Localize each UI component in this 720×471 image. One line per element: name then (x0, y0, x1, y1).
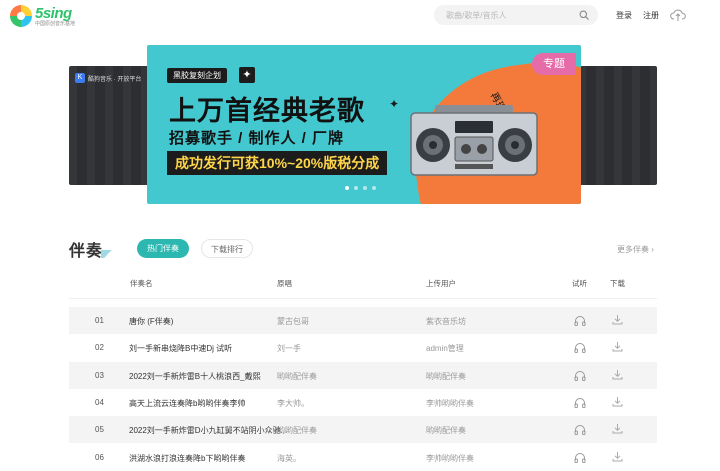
row-song-name[interactable]: 洪湖水浪打浪连奏降b下哟哟伴奏 (129, 453, 245, 464)
banner-topic-tag: 专题 (532, 53, 576, 75)
row-uploader[interactable]: 哟哟配伴奏 (426, 425, 466, 436)
download-icon[interactable] (612, 423, 623, 434)
banner-title: 上万首经典老歌 (169, 96, 365, 126)
row-uploader[interactable]: 紫衣音乐坊 (426, 316, 466, 327)
download-icon[interactable] (612, 451, 623, 462)
row-original-singer[interactable]: 刘一手 (277, 343, 301, 354)
carousel-dot[interactable] (354, 186, 358, 190)
table-row[interactable]: 02 刘一手新串烧降B中速Dj 试听 刘一手 admin管理 (69, 334, 657, 361)
search-icon[interactable] (579, 10, 589, 20)
table-row[interactable]: 03 2022刘一手新炸雷B十人桃浪西_戴熙 哟哟配伴奏 哟哟配伴奏 (69, 361, 657, 389)
row-uploader[interactable]: 哟哟配伴奏 (426, 371, 466, 382)
row-number: 02 (95, 343, 104, 353)
boombox-icon (410, 105, 538, 176)
header-uploader: 上传用户 (426, 279, 456, 288)
row-song-name[interactable]: 唐你 (F伴奏) (129, 316, 173, 327)
cloud-upload-icon[interactable] (670, 8, 686, 22)
table-row[interactable]: 05 2022刘一手新炸雷D小九缸舅不站阴小众驰... 哟哟配伴奏 哟哟配伴奏 (69, 416, 657, 444)
headphones-icon[interactable] (574, 370, 586, 381)
sparkle-icon: ✦ (239, 67, 255, 83)
row-number: 05 (95, 425, 104, 435)
row-number: 01 (95, 316, 104, 325)
row-song-name[interactable]: 2022刘一手新炸雷D小九缸舅不站阴小众驰... (129, 425, 287, 436)
download-icon[interactable] (612, 396, 623, 407)
register-link[interactable]: 注册 (643, 10, 659, 21)
kugou-logo-icon: K (75, 73, 85, 83)
row-original-singer[interactable]: 哟哟配伴奏 (277, 425, 317, 436)
row-number: 03 (95, 370, 104, 380)
next-banner-slide[interactable] (578, 66, 657, 185)
table-header: 伴奏名 原唱 上传用户 试听 下载 (69, 276, 657, 292)
row-song-name[interactable]: 刘一手新串烧降B中速Dj 试听 (129, 343, 232, 354)
headphones-icon[interactable] (574, 315, 586, 326)
download-icon[interactable] (612, 369, 623, 380)
carousel-dot[interactable] (363, 186, 367, 190)
headphones-icon[interactable] (574, 342, 586, 354)
section-title: 伴奏 (69, 243, 104, 260)
row-uploader[interactable]: 李帅哟哟伴奏 (426, 453, 474, 464)
header-original: 原唱 (277, 279, 292, 288)
banner-royalty-bar: 成功发行可获10%~20%版税分成 (167, 151, 388, 175)
logo-mark-icon (10, 5, 32, 27)
logo-word: 5sing (35, 4, 72, 22)
banner-pill: 黑胶复刻企划 (167, 68, 227, 83)
headphones-icon[interactable] (574, 424, 586, 436)
row-original-singer[interactable]: 海英。 (277, 453, 301, 464)
logo-subtitle: 中国原创音乐基地 (35, 20, 76, 27)
tab-hot-accompaniment[interactable]: 热门伴奏 (137, 239, 189, 258)
table-row[interactable]: 06 洪湖水浪打浪连奏降b下哟哟伴奏 海英。 李帅哟哟伴奏 (69, 444, 657, 471)
login-link[interactable]: 登录 (616, 10, 632, 21)
carousel-dot[interactable] (345, 186, 349, 190)
star-icon: ✦ (389, 97, 400, 111)
top-header: 5sing 中国原创音乐基地 登录 注册 (0, 0, 720, 32)
row-uploader[interactable]: admin管理 (426, 343, 464, 354)
tab-download-ranking[interactable]: 下载排行 (201, 239, 253, 258)
download-icon[interactable] (612, 341, 623, 352)
main-banner-slide[interactable]: 专题 黑胶复刻企划 ✦ 上万首经典老歌 招募歌手 / 制作人 / 厂牌 成功发行… (147, 45, 581, 204)
download-icon[interactable] (612, 314, 623, 325)
site-logo[interactable]: 5sing 中国原创音乐基地 (10, 3, 80, 29)
carousel-dots (345, 186, 376, 190)
search-box (434, 5, 598, 25)
row-original-singer[interactable]: 哟哟配伴奏 (277, 371, 317, 382)
row-original-singer[interactable]: 李大帅。 (277, 398, 309, 409)
more-accompaniment-link[interactable]: 更多伴奏 › (617, 244, 654, 255)
banner-carousel: K 酷狗音乐 · 开放平台 专题 黑胶复刻企划 ✦ 上万首经典老歌 招募歌手 /… (0, 40, 720, 208)
header-name: 伴奏名 (130, 279, 153, 288)
headphones-icon[interactable] (574, 397, 586, 408)
table-divider (69, 298, 657, 299)
table-row[interactable]: 01 唐你 (F伴奏) 蒙古包哥 紫衣音乐坊 (69, 307, 657, 334)
title-decoration (101, 250, 115, 258)
row-number: 06 (95, 452, 104, 462)
side-slide-tag: 酷狗音乐 · 开放平台 (88, 76, 142, 83)
row-song-name[interactable]: 高天上流云连奏降b哟哟伴奏李帅 (129, 398, 245, 409)
search-input[interactable] (446, 10, 578, 20)
table-row[interactable]: 04 高天上流云连奏降b哟哟伴奏李帅 李大帅。 李帅哟哟伴奏 (69, 389, 657, 416)
banner-subtitle: 招募歌手 / 制作人 / 厂牌 (169, 130, 345, 147)
carousel-dot[interactable] (372, 186, 376, 190)
headphones-icon[interactable] (574, 452, 586, 463)
header-listen: 试听 (572, 279, 587, 288)
row-song-name[interactable]: 2022刘一手新炸雷B十人桃浪西_戴熙 (129, 371, 261, 382)
header-download: 下载 (610, 279, 625, 288)
row-number: 04 (95, 397, 104, 407)
row-original-singer[interactable]: 蒙古包哥 (277, 316, 309, 327)
row-uploader[interactable]: 李帅哟哟伴奏 (426, 398, 474, 409)
